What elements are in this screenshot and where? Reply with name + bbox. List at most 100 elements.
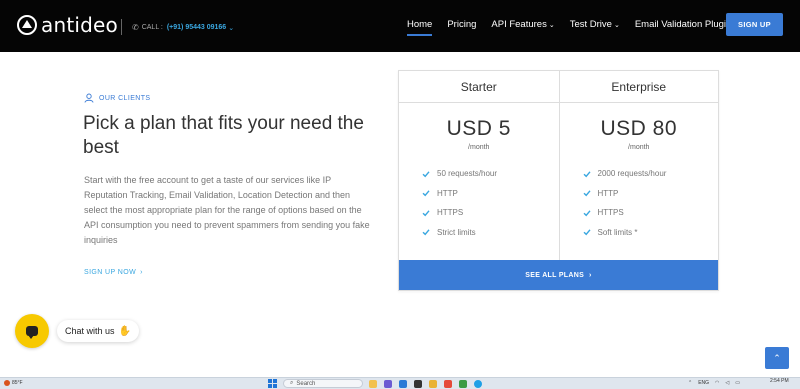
nav-divider — [121, 19, 122, 35]
feature-item: HTTP — [583, 184, 719, 204]
browser-icon[interactable] — [444, 379, 452, 388]
signup-now-link[interactable]: SIGN UP NOW › — [84, 269, 143, 276]
plan-price: USD 5 — [446, 117, 511, 140]
feature-list: 50 requests/hour HTTP HTTPS Strict limit… — [399, 164, 559, 242]
clock-time: 2:54 PM — [770, 378, 789, 384]
section-tag: OUR CLIENTS — [84, 93, 150, 103]
brand-logo[interactable]: antideo — [17, 13, 118, 37]
phone-number: (+91) 95443 09166 — [166, 24, 227, 31]
signup-now-label: SIGN UP NOW — [84, 269, 137, 276]
nav-item-label: Test Drive — [569, 19, 612, 30]
check-icon — [583, 171, 591, 178]
user-icon — [84, 93, 94, 103]
vscode-icon[interactable] — [399, 379, 407, 388]
volume-icon[interactable]: ◁ — [725, 380, 729, 386]
logo-icon — [17, 15, 37, 35]
nav-item-pricing[interactable]: Pricing — [447, 19, 476, 30]
feature-item: 2000 requests/hour — [583, 164, 719, 184]
contact-phone[interactable]: ✆ CALL : (+91) 95443 09166 ⌄ — [132, 23, 234, 32]
back-to-top-button[interactable]: ⌃ — [765, 347, 789, 369]
brand-name: antideo — [41, 13, 118, 37]
chat-prompt[interactable]: Chat with us ✋ — [57, 320, 139, 342]
feature-label: HTTPS — [597, 208, 624, 218]
nav-item-api-features[interactable]: API Features ⌄ — [491, 19, 554, 30]
feature-label: 50 requests/hour — [437, 169, 498, 179]
feature-item: 50 requests/hour — [422, 164, 559, 184]
check-icon — [583, 210, 591, 217]
feature-label: HTTP — [597, 188, 619, 198]
language-indicator[interactable]: ENG — [698, 380, 709, 386]
taskbar-search[interactable]: ⌕ Search — [283, 379, 363, 388]
plan-period: /month — [468, 144, 490, 151]
feature-item: Soft limits * — [583, 223, 719, 243]
chevron-down-icon: ⌄ — [548, 22, 555, 29]
section-tag-label: OUR CLIENTS — [99, 94, 151, 102]
weather-widget[interactable]: 85°F — [4, 380, 23, 386]
taskbar-clock[interactable]: 2:54 PM — [770, 379, 789, 384]
page-title: Pick a plan that fits your need the best — [83, 113, 364, 158]
chat-icon — [26, 326, 38, 339]
call-label: CALL : — [141, 24, 163, 31]
feature-label: Soft limits * — [597, 227, 638, 237]
plan-starter: Starter USD 5 /month 50 requests/hour HT… — [399, 71, 559, 261]
search-label: Search — [296, 380, 316, 387]
nav-item-home[interactable]: Home — [407, 19, 433, 36]
chrome-icon[interactable] — [459, 379, 467, 388]
feature-item: HTTP — [422, 184, 559, 204]
video-call-icon[interactable] — [384, 379, 392, 388]
feature-label: 2000 requests/hour — [597, 169, 667, 179]
chat-launcher-button[interactable] — [15, 314, 49, 348]
check-icon — [422, 229, 430, 236]
check-icon — [422, 171, 430, 178]
windows-start-icon[interactable] — [268, 379, 277, 388]
feature-item: HTTPS — [583, 203, 719, 223]
signup-button[interactable]: SIGN UP — [726, 13, 783, 36]
check-icon — [583, 190, 591, 197]
feature-label: HTTP — [437, 188, 458, 198]
nav-item-label: Email Validation Plugin — [634, 19, 732, 30]
chevron-down-icon: ⌄ — [228, 24, 235, 32]
plan-enterprise: Enterprise USD 80 /month 2000 requests/h… — [558, 71, 719, 261]
check-icon — [583, 229, 591, 236]
feature-item: Strict limits — [422, 223, 559, 243]
plan-name: Enterprise — [559, 71, 718, 103]
os-taskbar: 85°F ⌕ Search ⌃ ENG ◠ ◁ ▭ 2:54 PM — [0, 377, 800, 389]
nav-item-label: API Features — [491, 19, 547, 30]
nav-item-email-validation-plugin[interactable]: Email Validation Plugin — [635, 19, 731, 30]
feature-item: HTTPS — [422, 203, 559, 223]
feature-label: Strict limits — [437, 227, 476, 237]
chevron-down-icon: ⌄ — [613, 22, 620, 29]
folder-icon[interactable] — [429, 379, 437, 388]
wifi-icon[interactable]: ◠ — [715, 380, 719, 386]
chevron-up-icon[interactable]: ⌃ — [688, 380, 692, 386]
file-explorer-icon[interactable] — [369, 379, 377, 388]
waving-hand-icon: ✋ — [118, 325, 131, 337]
top-navbar: antideo ✆ CALL : (+91) 95443 09166 ⌄ Hom… — [0, 0, 800, 52]
chevron-up-icon: ⌃ — [773, 352, 781, 363]
weather-icon — [4, 380, 10, 386]
nav-item-label: Pricing — [447, 19, 477, 30]
feature-list: 2000 requests/hour HTTP HTTPS Soft limit… — [560, 164, 719, 242]
see-all-plans-button[interactable]: SEE ALL PLANS › — [399, 260, 718, 290]
hero-description: Start with the free account to get a tas… — [84, 175, 370, 245]
nav-item-label: Home — [407, 19, 433, 30]
check-icon — [422, 190, 430, 197]
chevron-right-icon: › — [589, 271, 592, 279]
page: antideo ✆ CALL : (+91) 95443 09166 ⌄ Hom… — [0, 0, 800, 389]
chevron-right-icon: › — [140, 269, 143, 276]
see-all-plans-label: SEE ALL PLANS — [525, 271, 585, 279]
check-icon — [422, 210, 430, 217]
plan-price: USD 80 — [600, 117, 678, 140]
pricing-table: Starter USD 5 /month 50 requests/hour HT… — [398, 70, 719, 291]
weather-temp: 85°F — [12, 380, 23, 386]
terminal-icon[interactable] — [414, 379, 422, 388]
plan-period: /month — [628, 144, 650, 151]
chat-prompt-label: Chat with us — [65, 326, 115, 336]
skype-icon[interactable] — [474, 379, 482, 388]
plan-name: Starter — [399, 71, 559, 103]
system-tray: ⌃ ENG ◠ ◁ ▭ — [688, 380, 746, 386]
battery-icon[interactable]: ▭ — [735, 380, 740, 386]
taskbar-apps: ⌕ Search — [268, 379, 489, 388]
nav-item-test-drive[interactable]: Test Drive ⌄ — [570, 19, 620, 30]
search-icon: ⌕ — [290, 380, 294, 386]
